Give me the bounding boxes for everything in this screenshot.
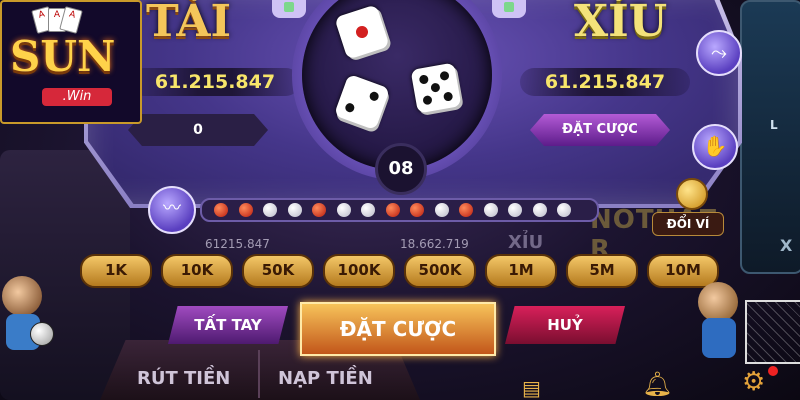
hand-icon[interactable]: ✋ <box>692 124 738 170</box>
history-dot-tai <box>385 203 400 217</box>
history-dot-xiu <box>508 203 522 217</box>
history-dot-xiu <box>336 203 351 217</box>
wallet-label: ĐỔI VÍ <box>652 212 724 236</box>
history-dot-tai <box>410 203 424 217</box>
chip-5m[interactable]: 5M <box>566 254 638 288</box>
die-three <box>410 62 462 114</box>
chip-50k[interactable]: 50K <box>242 254 314 288</box>
history-dot-xiu <box>434 203 449 217</box>
chip-1k[interactable]: 1K <box>80 254 152 288</box>
history-dot-xiu <box>532 203 547 217</box>
chip-row: 1K 10K 50K 100K 500K 1M 5M 10M <box>80 254 720 288</box>
history-dot-xiu <box>287 203 302 217</box>
logo-brand-text: SUN <box>10 32 116 81</box>
soccer-ball-icon <box>30 322 54 346</box>
history-dot-xiu <box>557 203 571 217</box>
xiu-label[interactable]: XỈU <box>574 0 667 47</box>
background-panel-text: L <box>770 118 778 132</box>
chip-1m[interactable]: 1M <box>485 254 557 288</box>
history-dot-tai <box>312 203 326 217</box>
goal-net <box>745 300 800 364</box>
bell-icon[interactable]: 🔔︎ <box>642 370 672 398</box>
background-stat-left: 61215.847 <box>205 237 270 251</box>
background-panel-label: X <box>780 236 793 255</box>
history-dot-tai <box>459 203 473 217</box>
chip-100k[interactable]: 100K <box>323 254 395 288</box>
coin-icon <box>676 178 708 210</box>
background-panel-right <box>740 0 800 274</box>
bottom-menu-divider <box>258 350 260 398</box>
withdraw-button[interactable]: RÚT TIỀN <box>137 368 230 389</box>
xiu-total-pot: 61.215.847 <box>520 68 690 96</box>
xiu-place-bet-button[interactable]: ĐẶT CƯỢC <box>530 114 670 146</box>
mascot-right-head <box>698 282 738 322</box>
place-bet-button[interactable]: ĐẶT CƯỢC <box>300 302 496 356</box>
tai-total-pot: 61.215.847 <box>130 68 300 96</box>
chip-10m[interactable]: 10M <box>647 254 719 288</box>
receipt-icon[interactable]: ▤ <box>522 376 541 400</box>
chip-10k[interactable]: 10K <box>161 254 233 288</box>
all-in-button[interactable]: TẤT TAY <box>168 306 288 344</box>
history-dot-tai <box>214 203 228 217</box>
chart-zigzag-icon[interactable]: ⤳ <box>696 30 742 76</box>
background-xiu-label: XỈU <box>508 232 544 253</box>
tai-bet-amount-field[interactable]: 0 <box>128 114 268 146</box>
background-stat-right: 18.662.719 <box>400 237 469 251</box>
playing-cards-icon: AAA <box>31 6 94 34</box>
history-dot-xiu <box>483 203 498 217</box>
gear-icon[interactable]: ⚙ <box>742 368 770 396</box>
round-timer: 08 <box>375 143 427 195</box>
history-chart-icon[interactable]: 〰 <box>148 186 196 234</box>
logo-suffix: .Win <box>42 88 112 106</box>
game-screen: L X NOTHAZ R 61215.847 18.662.719 XỈU TÀ… <box>0 0 800 400</box>
wallet-button[interactable]: ĐỔI VÍ <box>652 178 724 240</box>
history-dot-xiu <box>263 203 277 217</box>
history-dot-xiu <box>361 203 375 217</box>
sunwin-logo: AAA SUN .Win <box>0 0 142 124</box>
history-dot-tai <box>238 203 253 217</box>
deposit-button[interactable]: NẠP TIỀN <box>278 368 373 389</box>
result-history-track <box>200 198 599 222</box>
cancel-button[interactable]: HUỶ <box>505 306 625 344</box>
notification-badge <box>768 366 778 376</box>
xiu-marker-tab <box>492 0 526 18</box>
tai-marker-tab <box>272 0 306 18</box>
mascot-right-body <box>702 318 736 358</box>
mascot-left-head <box>2 276 42 316</box>
tai-label[interactable]: TÀI <box>146 0 231 47</box>
chip-500k[interactable]: 500K <box>404 254 476 288</box>
